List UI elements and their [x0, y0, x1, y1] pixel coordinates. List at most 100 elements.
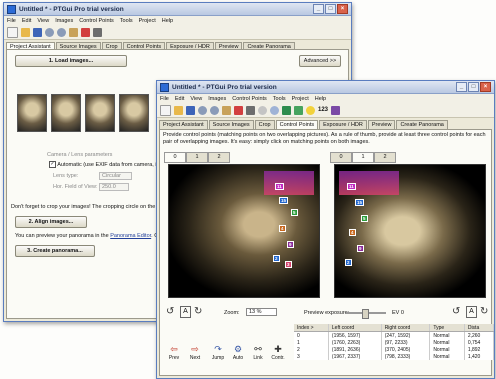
menu-tools[interactable]: Tools	[120, 18, 133, 24]
right-image-tab-1[interactable]: 1	[352, 152, 374, 163]
table-row[interactable]: 2 (1891, 2636) (370, 2405) Normal 1,892	[294, 346, 494, 353]
control-point-marker[interactable]: 4	[279, 225, 286, 232]
menu-edit[interactable]: Edit	[22, 18, 31, 24]
maximize-button[interactable]: □	[325, 4, 336, 14]
panorama-editor-link[interactable]: Panorama Editor	[110, 233, 151, 239]
auto-adjust-button[interactable]: A	[466, 306, 477, 318]
right-image-tab-0[interactable]: 0	[330, 152, 352, 163]
control-point-marker[interactable]: 15	[279, 197, 289, 204]
panorama-editor-icon[interactable]	[282, 105, 291, 115]
redo-icon[interactable]	[57, 27, 66, 37]
auto-exif-checkbox-row[interactable]: ✓ Automatic (use EXIF data from camera, …	[49, 161, 158, 168]
link-button[interactable]: ⚯ Link	[248, 344, 268, 361]
menu-file[interactable]: File	[160, 96, 169, 102]
new-project-icon[interactable]	[7, 26, 18, 38]
left-image-tab-2[interactable]: 2	[208, 152, 230, 163]
jump-button[interactable]: ↷ Jump	[208, 344, 228, 361]
control-point-marker[interactable]: 3	[285, 261, 292, 268]
align-images-button[interactable]: 2. Align images...	[15, 216, 87, 228]
open-folder-icon[interactable]	[21, 27, 30, 37]
tab-preview[interactable]: Preview	[367, 120, 396, 129]
table-row[interactable]: 0 (1956, 1597) (247, 1592) Normal 2,260	[294, 331, 494, 339]
menu-images[interactable]: Images	[55, 18, 73, 24]
column-header-distance[interactable]: Dista	[464, 324, 494, 332]
control-point-marker[interactable]: 15	[355, 199, 365, 206]
close-button[interactable]: ×	[337, 4, 348, 14]
column-header-type[interactable]: Type	[429, 324, 465, 332]
create-panorama-button[interactable]: 3. Create panorama...	[15, 245, 95, 257]
prev-button[interactable]: ⇦ Prev	[164, 344, 184, 361]
left-panorama-image[interactable]: 11 15 5 4 9 2 3	[168, 164, 320, 298]
search-icon[interactable]	[270, 105, 279, 115]
menu-tools[interactable]: Tools	[273, 96, 286, 102]
tab-control-points[interactable]: Control Points	[275, 120, 319, 129]
control-point-marker[interactable]: 4	[349, 229, 356, 236]
auto-button[interactable]: ⚙ Auto	[228, 344, 248, 361]
menu-help[interactable]: Help	[315, 96, 326, 102]
source-thumbnail[interactable]	[119, 94, 149, 132]
zoom-icon[interactable]	[258, 105, 267, 115]
source-thumbnail[interactable]	[51, 94, 81, 132]
menu-help[interactable]: Help	[162, 18, 173, 24]
back-title-bar[interactable]: Untitled * - PTGui Pro trial version _ □…	[4, 3, 351, 16]
column-header-index[interactable]: Index >	[294, 324, 329, 332]
numbering-tool-label[interactable]: 123	[318, 107, 328, 113]
control-point-marker[interactable]: 11	[347, 183, 356, 190]
zoom-select[interactable]: 13 %	[246, 308, 277, 316]
load-images-button[interactable]: 1. Load images...	[15, 55, 127, 67]
control-button[interactable]: ✚ Contr.	[268, 344, 288, 361]
save-icon[interactable]	[33, 27, 42, 37]
menu-images[interactable]: Images	[208, 96, 226, 102]
minimize-button[interactable]: _	[456, 82, 467, 92]
left-image-tab-1[interactable]: 1	[186, 152, 208, 163]
menu-project[interactable]: Project	[139, 18, 156, 24]
tab-project-assistant[interactable]: Project Assistant	[159, 120, 208, 129]
control-point-marker[interactable]: 5	[361, 215, 368, 222]
lightbulb-icon[interactable]	[306, 105, 315, 115]
lens-type-select[interactable]: Circular	[99, 172, 132, 180]
crop-tool-icon[interactable]	[246, 105, 255, 115]
control-point-marker[interactable]: 9	[357, 245, 364, 252]
minimize-button[interactable]: _	[313, 4, 324, 14]
control-point-marker[interactable]: 5	[291, 209, 298, 216]
table-row[interactable]: 3 (1967, 2337) (798, 2333) Normal 1,420	[294, 353, 494, 360]
rotate-left-icon[interactable]: ↺	[166, 306, 174, 317]
control-point-marker[interactable]: 11	[275, 183, 284, 190]
control-points-tool-icon[interactable]	[234, 105, 243, 115]
menu-view[interactable]: View	[37, 18, 49, 24]
crop-tool-icon[interactable]	[93, 27, 102, 37]
auto-adjust-button[interactable]: A	[180, 306, 191, 318]
undo-icon[interactable]	[198, 105, 207, 115]
right-image-tab-2[interactable]: 2	[374, 152, 396, 163]
control-point-marker[interactable]: 2	[345, 259, 352, 266]
menu-control-points[interactable]: Control Points	[232, 96, 267, 102]
save-icon[interactable]	[186, 105, 195, 115]
rotate-right-icon[interactable]: ↻	[194, 306, 202, 317]
column-header-left-coord[interactable]: Left coord	[328, 324, 382, 332]
open-folder-icon[interactable]	[174, 105, 183, 115]
table-icon[interactable]	[294, 105, 303, 115]
menu-project[interactable]: Project	[292, 96, 309, 102]
menu-view[interactable]: View	[190, 96, 202, 102]
control-points-tool-icon[interactable]	[81, 27, 90, 37]
rotate-right-icon[interactable]: ↻	[480, 306, 488, 317]
front-title-bar[interactable]: Untitled * - PTGui Pro trial version _ □…	[157, 81, 494, 94]
batch-icon[interactable]	[331, 105, 341, 115]
table-row[interactable]: 1 (1760, 2263) (97, 2233) Normal 0,754	[294, 339, 494, 346]
menu-edit[interactable]: Edit	[175, 96, 184, 102]
close-button[interactable]: ×	[480, 82, 491, 92]
left-image-tab-0[interactable]: 0	[164, 152, 186, 163]
source-thumbnail[interactable]	[17, 94, 47, 132]
redo-icon[interactable]	[210, 105, 219, 115]
advanced-button[interactable]: Advanced >>	[299, 55, 341, 67]
preview-exposure-slider-track[interactable]	[346, 309, 386, 319]
images-icon[interactable]	[69, 27, 78, 37]
tab-exposure-hdr[interactable]: Exposure / HDR	[319, 120, 367, 129]
tab-crop[interactable]: Crop	[254, 120, 275, 129]
preview-exposure-slider-thumb[interactable]	[361, 309, 369, 319]
new-project-icon[interactable]	[160, 104, 171, 116]
rotate-left-icon[interactable]: ↺	[452, 306, 460, 317]
menu-control-points[interactable]: Control Points	[79, 18, 114, 24]
images-icon[interactable]	[222, 105, 231, 115]
hfov-input[interactable]: 250.0	[99, 183, 129, 191]
